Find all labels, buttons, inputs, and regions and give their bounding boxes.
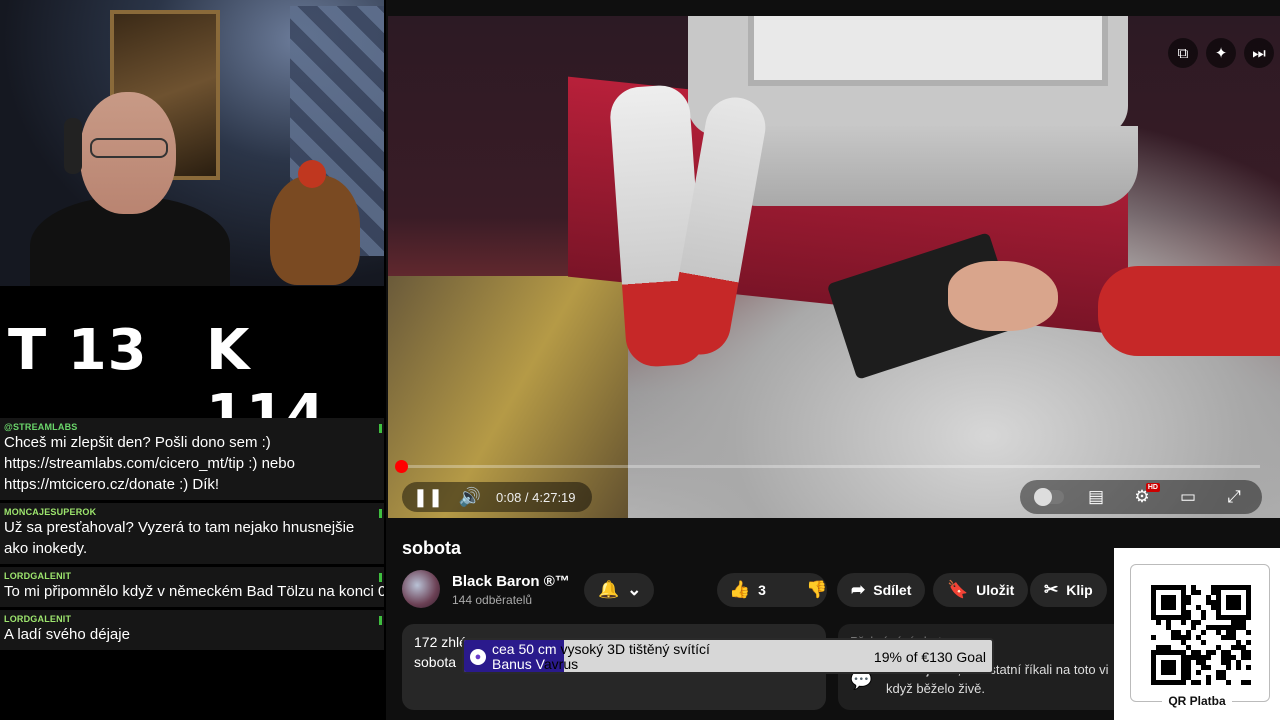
qr-frame bbox=[1130, 564, 1270, 702]
volume-icon[interactable]: 🔊 bbox=[454, 482, 486, 512]
chat-username: LORDGALENIT bbox=[4, 614, 72, 624]
subscriber-count: 144 odběratelů bbox=[452, 593, 533, 607]
chat-text: To mi připomnělo když v německém Bad Töl… bbox=[4, 583, 384, 600]
chat-indicator bbox=[379, 509, 382, 518]
plush-toy-nose bbox=[298, 160, 326, 188]
glasses bbox=[90, 138, 168, 158]
kill-counter: T 13 K 114 bbox=[0, 288, 384, 448]
webcam-feed bbox=[0, 0, 384, 286]
video-scene-screen bbox=[748, 16, 1108, 86]
save-label: Uložit bbox=[976, 582, 1015, 598]
video-top-actions: ⧉ ✦ ⏭ bbox=[1168, 38, 1274, 68]
chat-username: MONCAJESUPEROK bbox=[4, 507, 97, 517]
chat-text: A ladí svého déjaje bbox=[4, 626, 130, 643]
notification-button[interactable]: 🔔 ⌄ bbox=[584, 573, 654, 607]
scissors-icon: ✂ bbox=[1044, 580, 1059, 599]
player-controls: ❚❚ 🔊 0:08 / 4:27:19 ▤ ⚙ HD ▭ ⤢ bbox=[388, 476, 1280, 518]
dislike-button[interactable]: 👎 bbox=[794, 573, 839, 607]
share-label: Sdílet bbox=[873, 582, 912, 598]
video-title: sobota bbox=[402, 538, 462, 558]
video-scene-stand bbox=[718, 126, 1138, 206]
qr-code bbox=[1151, 585, 1251, 685]
chat-indicator bbox=[379, 616, 382, 625]
goal-name-part: cea 50 cm bbox=[492, 641, 557, 657]
avatar[interactable] bbox=[402, 570, 440, 608]
goal-name-part: avrus bbox=[543, 656, 579, 672]
chat-message: LORDGALENIT To mi připomnělo když v něme… bbox=[0, 567, 384, 607]
like-button[interactable]: 👍 3 bbox=[717, 573, 778, 607]
share-button[interactable]: ➦ Sdílet bbox=[837, 573, 926, 607]
qr-label-wrap: QR Platba bbox=[1114, 694, 1280, 708]
miniplayer-icon[interactable]: ⧉ bbox=[1168, 38, 1198, 68]
bookmark-icon: 🔖 bbox=[947, 580, 969, 599]
player-controls-left: ❚❚ 🔊 0:08 / 4:27:19 bbox=[402, 482, 592, 512]
autoplay-toggle[interactable] bbox=[1034, 488, 1064, 506]
chat-text: Už sa presťahoval? Vyzerá to tam nejako … bbox=[4, 519, 355, 557]
donation-goal-status: 19% of €130 Goal bbox=[873, 649, 986, 665]
bell-icon: 🔔 bbox=[598, 580, 620, 599]
chat-indicator bbox=[379, 573, 382, 582]
next-icon[interactable]: ⏭ bbox=[1244, 38, 1274, 68]
stream-overlay-column: T 13 K 114 @STREAMLABS Chceš mi zlepšit … bbox=[0, 0, 386, 720]
hd-badge: HD bbox=[1145, 483, 1160, 492]
progress-scrubber[interactable] bbox=[394, 460, 408, 473]
settings-icon[interactable]: ⚙ HD bbox=[1128, 483, 1160, 511]
donation-goal-bar: ● cea 50 cm vysoký 3D tištěný svítící Ba… bbox=[462, 638, 994, 674]
like-count: 3 bbox=[758, 582, 766, 598]
sparkle-icon[interactable]: ✦ bbox=[1206, 38, 1236, 68]
chat-overlay: @STREAMLABS Chceš mi zlepšit den? Pošli … bbox=[0, 418, 384, 720]
video-scene-hand bbox=[948, 261, 1058, 331]
clip-button[interactable]: ✂ Klip bbox=[1030, 573, 1107, 607]
thumbs-up-icon: 👍 bbox=[729, 580, 751, 599]
chat-username: LORDGALENIT bbox=[4, 571, 72, 581]
chat-indicator bbox=[379, 424, 382, 433]
video-player[interactable]: ⧉ ✦ ⏭ bbox=[388, 16, 1280, 518]
headset bbox=[64, 118, 82, 174]
fullscreen-icon[interactable]: ⤢ bbox=[1220, 483, 1248, 511]
chat-message: LORDGALENIT A ladí svého déjaje bbox=[0, 610, 384, 650]
goal-name-part: vysoký 3D tištěný svítící bbox=[556, 641, 710, 657]
chat-message: @STREAMLABS Chceš mi zlepšit den? Pošli … bbox=[0, 418, 384, 500]
donation-goal-name: cea 50 cm vysoký 3D tištěný svítící Banu… bbox=[492, 642, 710, 672]
streamlabs-icon: ● bbox=[470, 649, 486, 665]
subtitles-icon[interactable]: ▤ bbox=[1082, 483, 1110, 511]
clip-label: Klip bbox=[1066, 582, 1093, 598]
player-controls-right: ▤ ⚙ HD ▭ ⤢ bbox=[1020, 480, 1262, 514]
share-icon: ➦ bbox=[851, 580, 866, 599]
video-scene-arm bbox=[1098, 266, 1280, 356]
channel-name[interactable]: Black Baron ®™ bbox=[452, 573, 570, 590]
theater-icon[interactable]: ▭ bbox=[1174, 483, 1202, 511]
stream-layout: { "overlay": { "counter_t": "T 13", "cou… bbox=[0, 0, 1280, 720]
qr-label: QR Platba bbox=[1162, 694, 1232, 708]
plush-toy bbox=[270, 175, 360, 285]
chat-message: MONCAJESUPEROK Už sa presťahoval? Vyzerá… bbox=[0, 503, 384, 564]
chevron-down-icon: ⌄ bbox=[627, 580, 642, 599]
goal-name-part: Banus V bbox=[492, 656, 544, 672]
save-button[interactable]: 🔖 Uložit bbox=[933, 573, 1029, 607]
qr-payment-widget: QR Platba bbox=[1114, 548, 1280, 720]
progress-bar[interactable] bbox=[394, 460, 1260, 473]
thumbs-down-icon: 👎 bbox=[805, 580, 828, 599]
chat-text: Chceš mi zlepšit den? Pošli dono sem :) … bbox=[4, 434, 295, 493]
time-display: 0:08 / 4:27:19 bbox=[496, 489, 576, 505]
counter-t: T 13 bbox=[8, 318, 148, 383]
pause-icon[interactable]: ❚❚ bbox=[412, 482, 444, 512]
like-dislike-group: 👍 3 👎 bbox=[717, 573, 827, 607]
chat-replay-line: když běželo živě. bbox=[886, 681, 985, 696]
chat-username: @STREAMLABS bbox=[4, 422, 78, 432]
